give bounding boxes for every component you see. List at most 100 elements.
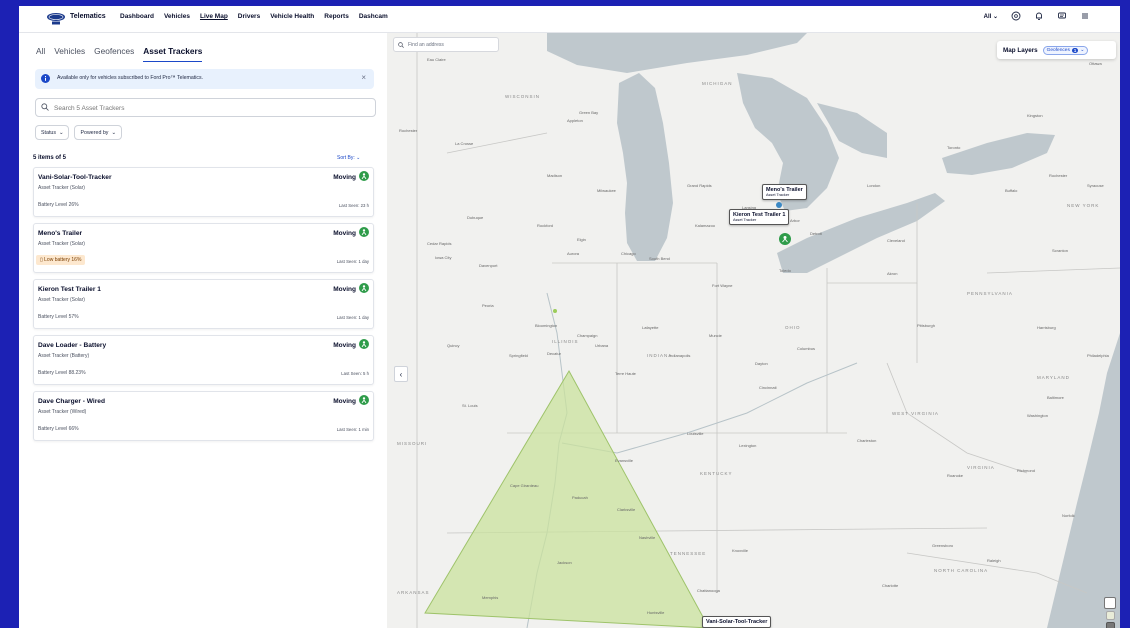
battery-level: Battery Level 26% [38, 202, 79, 208]
city-label: Rochester [1049, 173, 1068, 178]
nav-dashboard[interactable]: Dashboard [120, 13, 154, 20]
tracker-name: Kieron Test Trailer 1 [38, 286, 101, 293]
top-navigation: Telematics Dashboard Vehicles Live Map D… [19, 6, 1120, 33]
city-label: Raleigh [987, 558, 1001, 563]
nav-utilities: All ⌄ [984, 11, 1090, 21]
tracker-card[interactable]: Meno's Trailer Asset Tracker (Solar) Mov… [33, 223, 374, 273]
city-label: Pittsburgh [917, 323, 936, 328]
map-layers-control[interactable]: Map Layers Geofences 1 ⌄ [997, 41, 1116, 59]
help-icon[interactable] [1011, 11, 1021, 21]
collapse-sidebar-button[interactable]: ‹ [394, 366, 408, 382]
city-label: Washington [1027, 413, 1048, 418]
nav-live-map[interactable]: Live Map [200, 13, 228, 20]
popup-type: Asset Tracker [733, 218, 757, 222]
tracker-marker-green [553, 309, 557, 313]
geofence-area [424, 369, 710, 628]
tracker-card[interactable]: Vani-Solar-Tool-Tracker Asset Tracker (S… [33, 167, 374, 217]
city-label: Lafayette [642, 325, 659, 330]
close-icon[interactable]: × [361, 73, 366, 82]
find-address-input[interactable]: Find an address [393, 37, 499, 52]
bell-icon[interactable] [1034, 11, 1044, 21]
city-label: Terre Haute [615, 371, 636, 376]
battery-level: Low battery 16% [44, 257, 82, 263]
tracker-popup-meno[interactable]: Meno's Trailer Asset Tracker [762, 184, 807, 200]
tracker-card[interactable]: Kieron Test Trailer 1 Asset Tracker (Sol… [33, 279, 374, 329]
state-label: WISCONSIN [505, 94, 541, 99]
tracker-type: Asset Tracker (Wired) [38, 409, 87, 415]
tracker-status: Moving [333, 174, 356, 181]
city-label: Elgin [577, 237, 586, 242]
status-filter[interactable]: Status ⌄ [35, 125, 70, 140]
tracker-card[interactable]: Dave Charger - Wired Asset Tracker (Wire… [33, 391, 374, 441]
city-label: Milwaukee [597, 188, 616, 193]
state-label: MISSOURI [397, 441, 428, 446]
moving-status-icon [359, 395, 369, 405]
city-label: Clarksville [617, 507, 636, 512]
city-label: Columbus [797, 346, 816, 351]
last-seen: Last Seen: 23 h [338, 203, 369, 208]
city-label: Roanoke [947, 473, 964, 478]
moving-status-icon [359, 171, 369, 181]
powered-by-filter[interactable]: Powered by ⌄ [74, 125, 122, 140]
chat-icon[interactable] [1057, 11, 1067, 21]
tracker-popup-kieron[interactable]: Kieron Test Trailer 1 Asset Tracker [729, 209, 790, 225]
tab-geofences[interactable]: Geofences [94, 46, 134, 62]
lake-superior [547, 33, 807, 73]
state-label: MICHIGAN [702, 81, 733, 86]
city-label: Peoria [482, 303, 494, 308]
map-style-toggle[interactable] [1104, 597, 1116, 609]
city-label: Richmond [1017, 468, 1036, 473]
nav-vehicles[interactable]: Vehicles [164, 13, 190, 20]
tracker-list: Vani-Solar-Tool-Tracker Asset Tracker (S… [33, 167, 374, 447]
nav-reports[interactable]: Reports [324, 13, 349, 20]
live-map[interactable]: Eau Claire Green Bay Appleton Rochester … [387, 33, 1120, 628]
tracker-card[interactable]: Dave Loader - Battery Asset Tracker (Bat… [33, 335, 374, 385]
city-label: Harrisburg [1037, 325, 1056, 330]
state-label: ARKANSAS [397, 590, 430, 595]
city-label: Paducah [572, 495, 588, 500]
brand-name: Telematics [70, 13, 106, 20]
chevron-down-icon: ⌄ [111, 129, 116, 136]
tracker-type: Asset Tracker (Solar) [38, 185, 85, 191]
map-thumbnail[interactable] [1106, 611, 1115, 620]
city-label: Norfolk [1062, 513, 1075, 518]
sort-by-dropdown[interactable]: Sort By: ⌄ [337, 155, 360, 161]
geofences-count-badge: 1 [1071, 47, 1079, 53]
city-label: Memphis [482, 595, 499, 600]
city-label: Knoxville [732, 548, 749, 553]
city-label: Charleston [857, 438, 877, 443]
tracker-type: Asset Tracker (Battery) [38, 353, 90, 359]
geofences-chip[interactable]: Geofences 1 ⌄ [1042, 45, 1089, 55]
city-label: Madison [547, 173, 563, 178]
nav-drivers[interactable]: Drivers [238, 13, 260, 20]
state-label: NEW YORK [1067, 203, 1100, 208]
city-label: Quincy [447, 343, 460, 348]
state-label: KENTUCKY [700, 471, 733, 476]
city-label: La Crosse [455, 141, 474, 146]
tracker-popup-vani[interactable]: Vani-Solar-Tool-Tracker [702, 616, 772, 628]
tab-vehicles[interactable]: Vehicles [54, 46, 85, 62]
ford-pro-logo-icon[interactable] [46, 12, 66, 25]
state-label: OHIO [785, 325, 801, 330]
powered-by-filter-label: Powered by [80, 129, 109, 136]
moving-status-icon [359, 283, 369, 293]
city-label: Cincinnati [759, 385, 777, 390]
search-input[interactable] [52, 101, 356, 115]
nav-dashcam[interactable]: Dashcam [359, 13, 388, 20]
nav-vehicle-health[interactable]: Vehicle Health [270, 13, 314, 20]
city-label: Huntsville [647, 610, 665, 615]
tab-asset-trackers[interactable]: Asset Trackers [143, 46, 203, 62]
tracker-status: Moving [333, 342, 356, 349]
moving-status-icon [359, 339, 369, 349]
city-label: Champaign [577, 333, 598, 338]
city-label: Muncie [709, 333, 722, 338]
search-box [35, 98, 376, 117]
language-selector[interactable]: All ⌄ [984, 13, 998, 20]
satellite-thumbnail[interactable] [1106, 622, 1115, 628]
city-label: Cape Girardeau [510, 483, 539, 488]
menu-icon[interactable] [1080, 11, 1090, 21]
state-label: TENNESSEE [670, 551, 707, 556]
tab-all[interactable]: All [36, 46, 45, 62]
state-label: NORTH CAROLINA [934, 568, 989, 573]
search-icon [398, 41, 404, 48]
